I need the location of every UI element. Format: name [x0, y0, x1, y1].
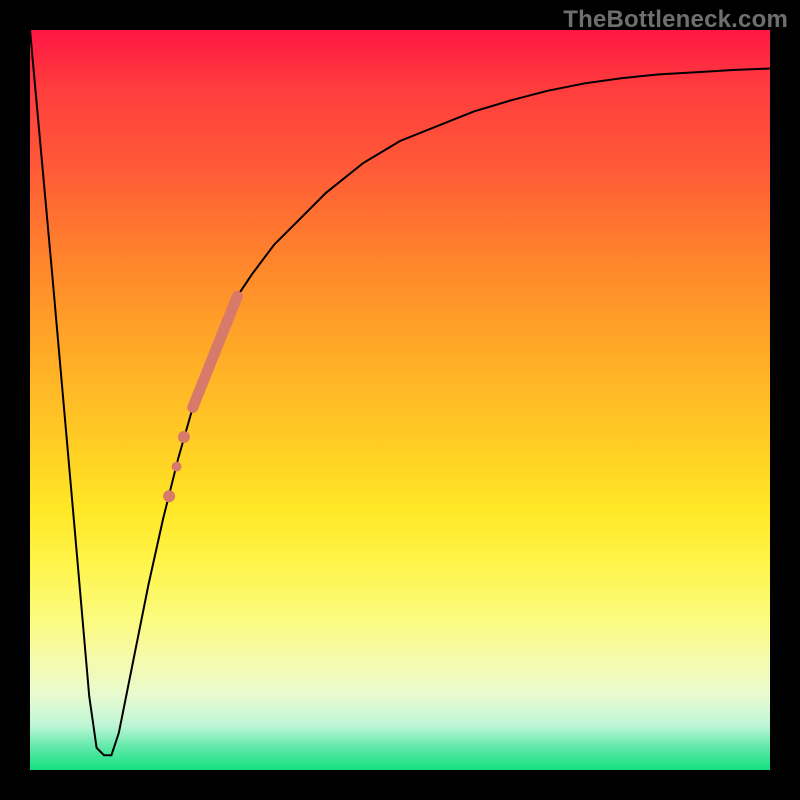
chart-container: TheBottleneck.com: [0, 0, 800, 800]
highlight-segment: [193, 296, 237, 407]
bottleneck-curve: [30, 30, 770, 755]
plot-area: [30, 30, 770, 770]
highlight-dot-3: [163, 490, 175, 502]
highlight-dot-2: [172, 462, 182, 472]
chart-svg: [30, 30, 770, 770]
highlight-dot-1: [178, 431, 190, 443]
